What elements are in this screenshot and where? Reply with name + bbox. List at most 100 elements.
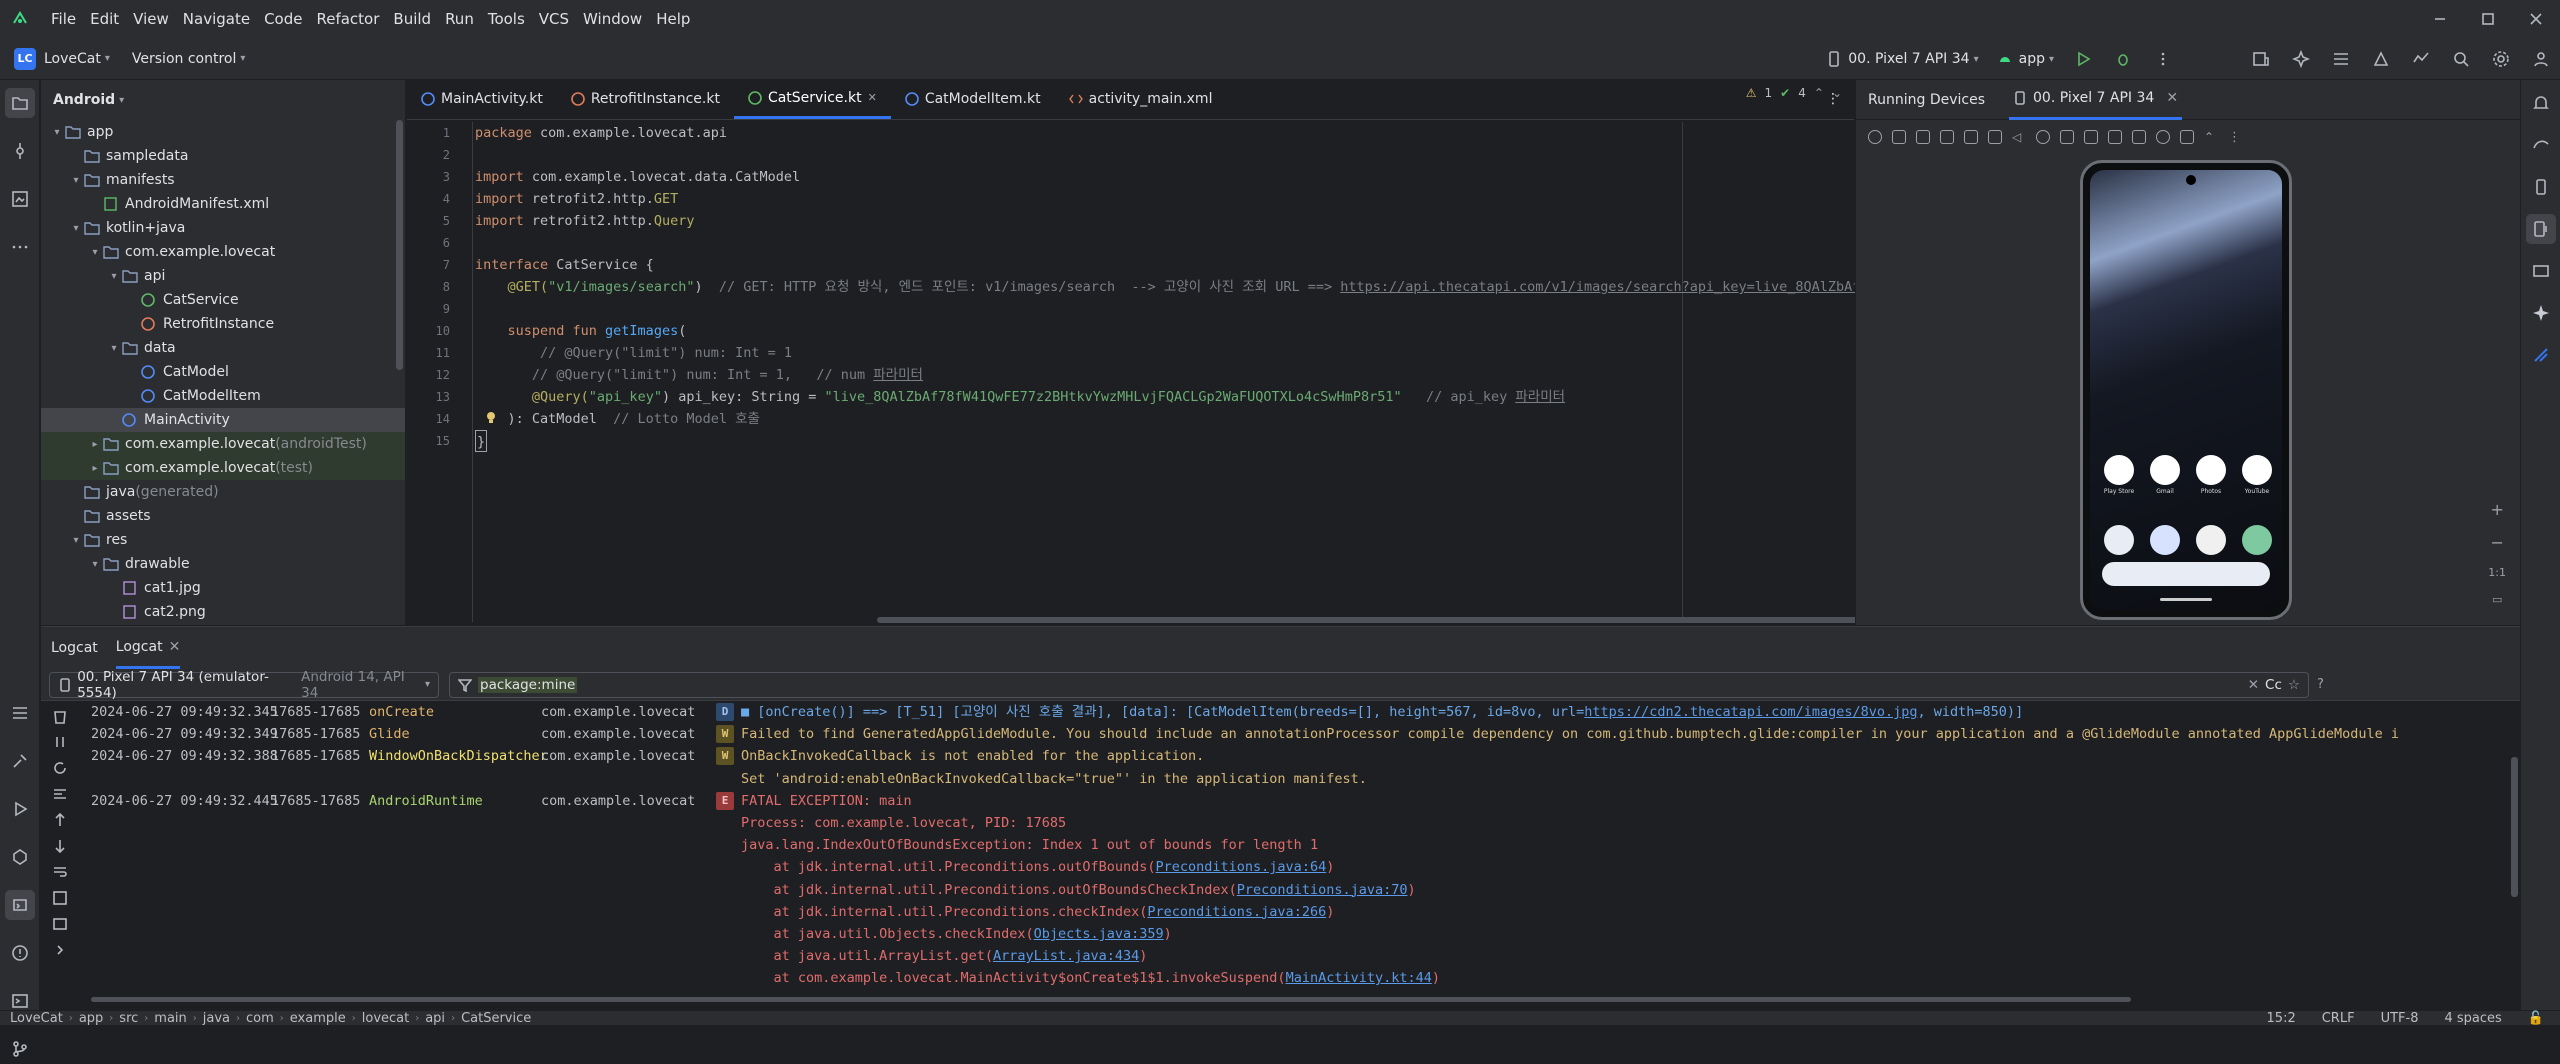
tree-node-api[interactable]: ▾ api bbox=[41, 264, 405, 288]
scroll-down-icon[interactable] bbox=[51, 837, 69, 855]
menu-window[interactable]: Window bbox=[576, 0, 649, 38]
commit-tool-icon[interactable] bbox=[5, 136, 35, 166]
logcat-vertical-scrollbar[interactable] bbox=[2511, 757, 2518, 897]
format-icon[interactable] bbox=[51, 785, 69, 803]
problems-icon[interactable] bbox=[5, 938, 35, 968]
device-screen[interactable]: Play Store Gmail Photos YouTube bbox=[2090, 170, 2282, 610]
back-icon[interactable]: ◁ bbox=[2012, 130, 2026, 144]
project-scrollbar[interactable] bbox=[396, 120, 403, 370]
gradle-icon[interactable] bbox=[2526, 130, 2556, 160]
menu-view[interactable]: View bbox=[126, 0, 176, 38]
notifications-icon[interactable] bbox=[2526, 88, 2556, 118]
device-selector[interactable]: 00. Pixel 7 API 34 ▾ bbox=[1826, 51, 1979, 67]
logcat-output[interactable]: 2024-06-27 09:49:32.345 17685-17685 onCrea… bbox=[91, 701, 2501, 1001]
maximize-icon[interactable] bbox=[2464, 0, 2512, 38]
more-tools-icon[interactable] bbox=[5, 232, 35, 262]
expand-icon[interactable] bbox=[51, 941, 69, 959]
build-tool-icon[interactable] bbox=[5, 746, 35, 776]
clear-logcat-icon[interactable] bbox=[51, 707, 69, 725]
extended-controls-icon[interactable] bbox=[2180, 130, 2194, 144]
tree-node-kotlin-java[interactable]: ▾ kotlin+java bbox=[41, 216, 405, 240]
collapse-icon[interactable]: ⌃ bbox=[2204, 130, 2218, 144]
photos-app-icon[interactable] bbox=[2196, 455, 2226, 485]
menu-refactor[interactable]: Refactor bbox=[309, 0, 386, 38]
breadcrumb-main[interactable]: main bbox=[154, 1011, 186, 1026]
tab-catservice-kt[interactable]: CatService.kt ✕ bbox=[733, 79, 891, 119]
gemini-icon[interactable] bbox=[2290, 48, 2312, 70]
project-tool-icon[interactable] bbox=[4, 88, 35, 118]
tree-node-sampledata[interactable]: sampledata bbox=[41, 144, 405, 168]
tree-node-cat2-png[interactable]: cat2.png bbox=[41, 600, 405, 624]
breadcrumb-catservice[interactable]: CatService bbox=[461, 1011, 531, 1026]
favorite-star-icon[interactable]: ☆ bbox=[2288, 677, 2300, 693]
lock-icon[interactable]: 🔓 bbox=[2528, 1011, 2544, 1026]
clear-filter-icon[interactable]: ✕ bbox=[2248, 677, 2259, 693]
tree-node-cat1-jpg[interactable]: cat1.jpg bbox=[41, 576, 405, 600]
close-window-icon[interactable] bbox=[2512, 0, 2560, 38]
snapshot-icon[interactable] bbox=[2132, 130, 2146, 144]
tree-node-java[interactable]: java (generated) bbox=[41, 480, 405, 504]
device-explorer-icon[interactable] bbox=[2526, 172, 2556, 202]
logcat-tool-icon[interactable] bbox=[4, 890, 35, 920]
chevron-up-icon[interactable]: ⌃ bbox=[1814, 86, 1824, 100]
google-search-bar[interactable] bbox=[2102, 562, 2270, 586]
close-tab-icon[interactable]: ✕ bbox=[169, 639, 181, 655]
profiler-icon[interactable] bbox=[2410, 48, 2432, 70]
screenshot-icon[interactable] bbox=[2084, 130, 2098, 144]
chevron-down-icon[interactable]: ▾ bbox=[87, 559, 103, 570]
device-tab[interactable]: 00. Pixel 7 API 34 ✕ bbox=[2009, 80, 2183, 120]
chevron-down-icon[interactable]: ⌄ bbox=[1832, 86, 1842, 100]
account-icon[interactable] bbox=[2530, 48, 2552, 70]
tree-node-app[interactable]: ▾ app bbox=[41, 120, 405, 144]
zoom-out-icon[interactable]: − bbox=[2490, 533, 2503, 552]
project-badge[interactable]: LC bbox=[14, 47, 36, 70]
rotate-left-icon[interactable] bbox=[1940, 130, 1954, 144]
log-source-link[interactable]: https://cdn2.thecatapi.com/images/8vo.jp… bbox=[1584, 704, 1917, 720]
tab-catmodelitem-kt[interactable]: CatModelItem.kt bbox=[891, 79, 1055, 119]
resource-manager-icon[interactable] bbox=[5, 184, 35, 214]
device-manager-icon[interactable] bbox=[2250, 48, 2272, 70]
pause-icon[interactable] bbox=[51, 733, 69, 751]
menu-code[interactable]: Code bbox=[257, 0, 309, 38]
zoom-actual-size[interactable]: 1:1 bbox=[2488, 566, 2506, 579]
chevron-down-icon[interactable]: ▾ bbox=[49, 127, 65, 138]
breadcrumb-com[interactable]: com bbox=[246, 1011, 274, 1026]
menu-tools[interactable]: Tools bbox=[481, 0, 532, 38]
power-icon[interactable] bbox=[1868, 130, 1882, 144]
play-store-app-icon[interactable] bbox=[2104, 455, 2134, 485]
scroll-up-icon[interactable] bbox=[51, 811, 69, 829]
file-encoding[interactable]: UTF-8 bbox=[2381, 1011, 2419, 1026]
overview-icon[interactable] bbox=[2060, 130, 2074, 144]
more-options-icon[interactable]: ⋮ bbox=[2228, 130, 2242, 145]
log-source-link[interactable]: Objects.java:359 bbox=[1034, 926, 1164, 942]
reset-icon[interactable] bbox=[2156, 130, 2170, 144]
tree-node-res[interactable]: ▾ res bbox=[41, 528, 405, 552]
menu-help[interactable]: Help bbox=[649, 0, 697, 38]
project-name[interactable]: LoveCat bbox=[44, 51, 101, 67]
breadcrumb-src[interactable]: src bbox=[119, 1011, 138, 1026]
emulator-icon[interactable] bbox=[2526, 256, 2556, 286]
soft-wrap-icon[interactable] bbox=[51, 863, 69, 881]
chevron-down-icon[interactable]: ▾ bbox=[68, 175, 84, 186]
breadcrumb-lovecat[interactable]: lovecat bbox=[362, 1011, 409, 1026]
breadcrumb-java[interactable]: java bbox=[203, 1011, 230, 1026]
android-app-icon[interactable] bbox=[2242, 525, 2272, 555]
zoom-fit-icon[interactable]: ▭ bbox=[2492, 593, 2502, 606]
run-icon[interactable] bbox=[2072, 48, 2094, 70]
debug-icon[interactable] bbox=[2112, 48, 2134, 70]
screenshot-icon[interactable] bbox=[51, 889, 69, 907]
log-source-link[interactable]: Preconditions.java:266 bbox=[1147, 904, 1326, 920]
fold-icon[interactable] bbox=[1988, 130, 2002, 144]
tree-node-catservice[interactable]: CatService bbox=[41, 288, 405, 312]
todo-icon[interactable] bbox=[5, 698, 35, 728]
tree-node-retrofitinstance[interactable]: RetrofitInstance bbox=[41, 312, 405, 336]
caret-position[interactable]: 15:2 bbox=[2267, 1011, 2296, 1026]
settings-gear-icon[interactable] bbox=[2490, 48, 2512, 70]
chevron-down-icon[interactable]: ▾ bbox=[87, 247, 103, 258]
minimize-icon[interactable] bbox=[2416, 0, 2464, 38]
logcat-tab[interactable]: Logcat ✕ bbox=[115, 627, 181, 669]
breadcrumb-app[interactable]: app bbox=[79, 1011, 103, 1026]
tab-activity-main-xml[interactable]: activity_main.xml bbox=[1055, 79, 1227, 119]
log-source-link[interactable]: MainActivity.kt:44 bbox=[1286, 970, 1432, 986]
running-devices-icon[interactable] bbox=[2525, 214, 2556, 244]
